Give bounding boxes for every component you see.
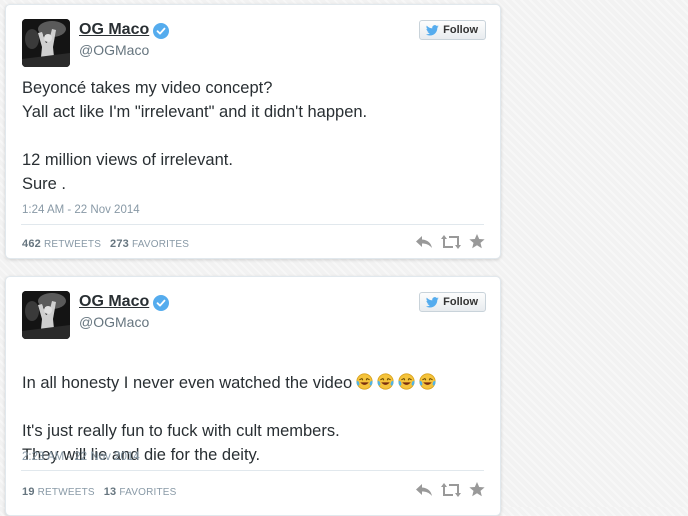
retweet-icon[interactable] — [441, 482, 461, 497]
retweet-count[interactable]: 19 — [22, 486, 35, 498]
favorite-icon[interactable] — [469, 234, 485, 249]
tweet-card: OG Maco @OGMaco Follow In all honesty I … — [5, 276, 501, 516]
verified-icon — [153, 295, 169, 311]
tears-of-joy-emoji-icon — [377, 373, 394, 390]
verified-icon — [153, 23, 169, 39]
favorites-label: FAVORITES — [119, 487, 177, 498]
tweet-text: Beyoncé takes my video concept? Yall act… — [22, 79, 368, 193]
user-name[interactable]: OG Maco — [79, 293, 149, 311]
retweet-count[interactable]: 462 — [22, 238, 41, 250]
tweet-text-line: In all honesty I never even watched the … — [22, 374, 353, 392]
retweet-icon[interactable] — [441, 234, 461, 249]
favorites-label: FAVORITES — [131, 239, 190, 250]
tweet-timestamp[interactable]: 2:23 AM - 22 Nov 2014 — [22, 451, 140, 463]
avatar[interactable] — [22, 291, 70, 339]
reply-icon[interactable] — [415, 235, 433, 249]
tears-of-joy-emoji-icon — [398, 373, 415, 390]
tweet-timestamp[interactable]: 1:24 AM - 22 Nov 2014 — [22, 204, 140, 216]
tweet-stats: 462 RETWEETS 273 FAVORITES — [22, 238, 189, 250]
user-handle[interactable]: @OGMaco — [79, 314, 149, 330]
follow-label: Follow — [443, 24, 478, 36]
favorite-count[interactable]: 273 — [110, 238, 129, 250]
divider — [21, 224, 484, 225]
tweet-stats: 19 RETWEETS 13 FAVORITES — [22, 486, 177, 498]
follow-button[interactable]: Follow — [419, 292, 486, 312]
tears-of-joy-emoji-icon — [419, 373, 436, 390]
reply-icon[interactable] — [415, 483, 433, 497]
avatar[interactable] — [22, 19, 70, 67]
follow-button[interactable]: Follow — [419, 20, 486, 40]
emoji-group — [352, 373, 436, 392]
retweets-label: RETWEETS — [43, 239, 102, 250]
twitter-bird-icon — [426, 24, 439, 36]
user-handle[interactable]: @OGMaco — [79, 42, 149, 58]
favorite-icon[interactable] — [469, 482, 485, 497]
favorite-count[interactable]: 13 — [104, 486, 117, 498]
tweet-text: In all honesty I never even watched the … — [22, 347, 482, 467]
follow-label: Follow — [443, 296, 478, 308]
retweets-label: RETWEETS — [37, 487, 95, 498]
tweet-card: OG Maco @OGMaco Follow Beyoncé takes my … — [5, 4, 501, 259]
tweet-actions — [415, 482, 485, 497]
divider — [21, 470, 484, 471]
tears-of-joy-emoji-icon — [356, 373, 373, 390]
user-name[interactable]: OG Maco — [79, 21, 149, 39]
tweet-actions — [415, 234, 485, 249]
twitter-bird-icon — [426, 296, 439, 308]
